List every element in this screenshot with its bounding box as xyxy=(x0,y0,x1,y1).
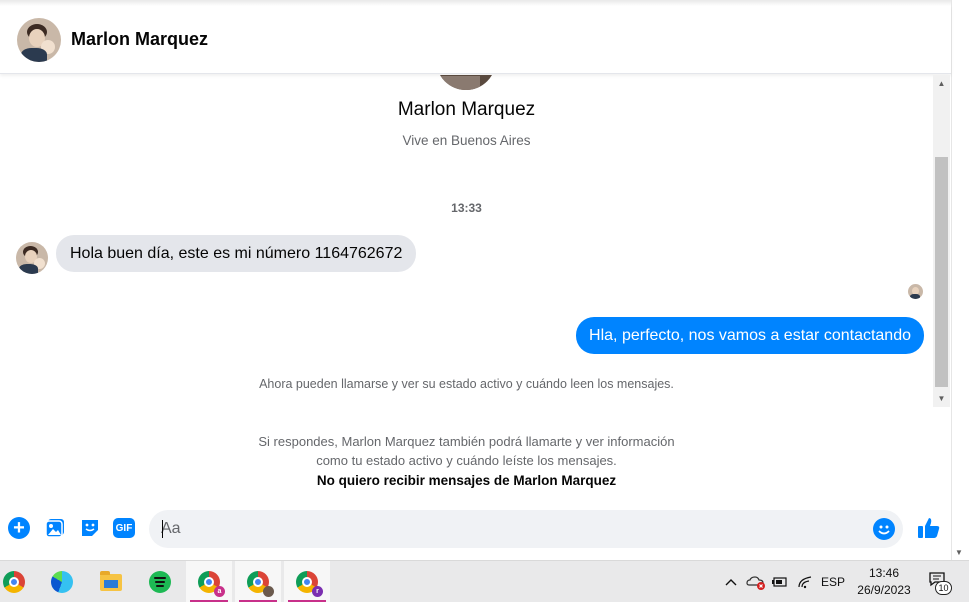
notification-count-badge: 10 xyxy=(935,581,952,595)
system-clock[interactable]: 13:46 26/9/2023 xyxy=(848,565,920,599)
incoming-message[interactable]: Hola buen día, este es mi número 1164762… xyxy=(56,235,417,272)
message-composer: + GIF xyxy=(0,500,951,558)
chrome-profile-r-icon[interactable]: r xyxy=(284,561,330,602)
window-right-frame xyxy=(951,0,969,560)
profile-avatar[interactable] xyxy=(436,75,496,90)
profile-photo-badge xyxy=(263,586,274,597)
reply-notice-line-2: como tu estado activo y cuándo leíste lo… xyxy=(316,453,617,468)
chrome-icon[interactable] xyxy=(0,561,37,602)
outgoing-message[interactable]: Hla, perfecto, nos vamos a estar contact… xyxy=(576,317,924,354)
gif-icon[interactable]: GIF xyxy=(113,518,135,538)
onedrive-error-icon[interactable] xyxy=(745,561,767,602)
sticker-icon[interactable] xyxy=(79,517,101,539)
spotify-icon[interactable] xyxy=(137,561,183,602)
scroll-down-arrow-icon[interactable]: ▼ xyxy=(933,390,950,407)
chat-header: Marlon Marquez xyxy=(0,6,951,74)
like-icon[interactable] xyxy=(916,515,942,541)
active-status-notice: Ahora pueden llamarse y ver su estado ac… xyxy=(259,377,674,391)
sender-avatar[interactable] xyxy=(16,242,48,274)
wifi-icon[interactable] xyxy=(795,561,815,602)
clock-time: 13:46 xyxy=(868,566,900,580)
chrome-profile-a-icon[interactable]: a xyxy=(186,561,232,602)
windows-taskbar: a r ESP 13:46 26/9/2023 10 xyxy=(0,560,969,602)
clock-date: 26/9/2023 xyxy=(857,583,911,597)
resize-arrow-icon: ▼ xyxy=(955,548,963,557)
profile-r-badge: r xyxy=(312,586,323,597)
message-input-container[interactable] xyxy=(149,510,903,548)
profile-a-badge: a xyxy=(214,586,225,597)
contact-avatar[interactable] xyxy=(17,17,61,62)
photo-icon[interactable] xyxy=(44,517,66,539)
file-explorer-icon[interactable] xyxy=(88,561,134,602)
profile-location: Vive en Buenos Aires xyxy=(402,133,531,148)
chrome-profile-photo-icon[interactable] xyxy=(235,561,281,602)
scrollbar[interactable]: ▲ ▼ xyxy=(933,75,950,407)
reply-notice-line-1: Si respondes, Marlon Marquez también pod… xyxy=(258,434,675,449)
message-list: Marlon Marquez Vive en Buenos Aires 13:3… xyxy=(0,75,933,495)
contact-name[interactable]: Marlon Marquez xyxy=(71,29,208,50)
plus-icon[interactable]: + xyxy=(8,517,30,539)
text-caret xyxy=(162,520,163,538)
message-input[interactable] xyxy=(149,510,849,548)
read-receipt-avatar xyxy=(908,284,923,299)
scroll-thumb[interactable] xyxy=(935,157,948,387)
input-language[interactable]: ESP xyxy=(818,561,848,602)
edge-icon[interactable] xyxy=(39,561,85,602)
message-timestamp: 13:33 xyxy=(451,201,482,215)
reply-privacy-notice: Si respondes, Marlon Marquez también pod… xyxy=(0,432,933,470)
scroll-up-arrow-icon[interactable]: ▲ xyxy=(933,75,950,92)
emoji-icon[interactable] xyxy=(873,518,895,540)
block-messages-link[interactable]: No quiero recibir mensajes de Marlon Mar… xyxy=(0,473,933,488)
profile-name: Marlon Marquez xyxy=(397,99,536,120)
battery-icon[interactable] xyxy=(770,561,790,602)
show-hidden-icons-chevron-icon[interactable] xyxy=(722,561,740,602)
